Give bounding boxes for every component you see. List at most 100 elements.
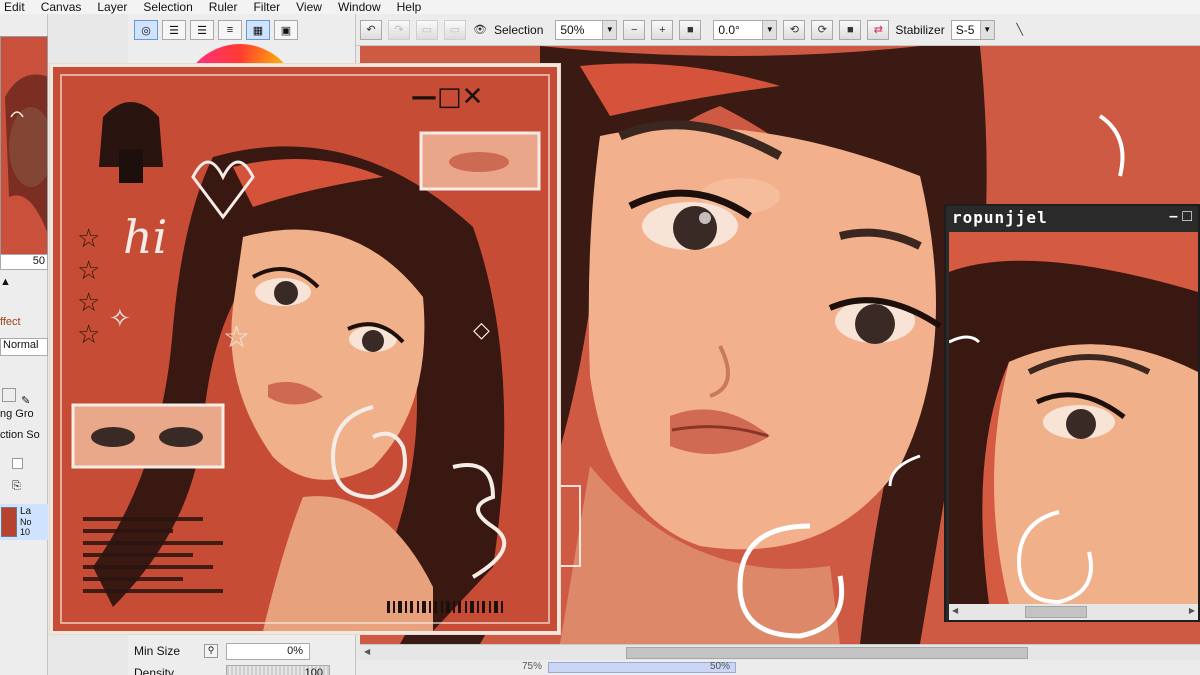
- menu-filter[interactable]: Filter: [249, 1, 292, 13]
- star-outline-icon: ☆: [223, 321, 250, 354]
- canvas-toolbar: ↶ ↷ ▭ ▭ 👁 Selection 50% ▼ − + ■ 0.0° ▼ ⟲…: [356, 14, 1200, 46]
- new-layer-icon[interactable]: [2, 388, 16, 402]
- opacity-slider[interactable]: ▲: [0, 276, 48, 290]
- navigator-preview: [949, 232, 1198, 604]
- zoom-reset-button[interactable]: ■: [679, 19, 702, 40]
- square-icon: ■: [847, 23, 854, 36]
- stamp-row[interactable]: ⎘: [0, 480, 48, 496]
- min-size-label: Min Size: [134, 644, 181, 658]
- zoom-in-button[interactable]: +: [651, 19, 674, 40]
- navigator-scroll-thumb[interactable]: [1025, 606, 1087, 618]
- rotation-combo[interactable]: 0.0° ▼: [713, 19, 778, 40]
- scratchpad-icon: ▣: [280, 24, 292, 37]
- status-progress: [548, 662, 736, 673]
- pen-icon[interactable]: ✎: [21, 395, 30, 404]
- color-panel-tabs: ◎ ☰ ☰ ≡ ▦ ▣: [134, 20, 298, 40]
- flip-horizontal-button[interactable]: ⇄: [867, 19, 890, 40]
- menu-view[interactable]: View: [292, 1, 334, 13]
- menu-help[interactable]: Help: [393, 1, 434, 13]
- rotation-value: 0.0°: [718, 22, 740, 37]
- menu-ruler[interactable]: Ruler: [205, 1, 250, 13]
- undo-icon: ↶: [366, 24, 376, 36]
- invert-selection-button[interactable]: ▭: [444, 19, 466, 40]
- plus-icon: +: [659, 23, 666, 36]
- menu-bar: Edit Canvas Layer Selection Ruler Filter…: [0, 0, 1200, 14]
- selection-label: Selection: [494, 22, 544, 37]
- reference-artwork: —□✕ hi ☆ ☆ ☆ ☆ ☆ ✧ ◇: [53, 67, 557, 631]
- canvas-horizontal-scrollbar[interactable]: ◀: [360, 644, 1200, 660]
- deselect-button[interactable]: ▭: [416, 19, 438, 40]
- rgb-slider-tab[interactable]: ☰: [162, 20, 186, 40]
- scratchpad-tab[interactable]: ▣: [274, 20, 298, 40]
- swatch-tab[interactable]: ≡: [218, 20, 242, 40]
- min-size-pressure-icon[interactable]: ⚲: [204, 644, 218, 658]
- redo-button[interactable]: ↷: [388, 19, 410, 40]
- diagonal-line-icon: ╲: [1016, 24, 1024, 36]
- rotate-left-icon: ⟲: [789, 24, 799, 36]
- zoom-combo[interactable]: 50% ▼: [555, 19, 618, 40]
- undo-button[interactable]: ↶: [360, 19, 382, 40]
- sliders-icon: ☰: [169, 24, 179, 37]
- canvas-scroll-thumb[interactable]: [626, 647, 1028, 659]
- stabilizer-combo[interactable]: S-5 ▼: [950, 19, 995, 40]
- deselect-icon: ▭: [421, 24, 433, 36]
- color-wheel-tab[interactable]: ◎: [134, 20, 158, 40]
- chevron-down-icon: ▼: [979, 20, 994, 39]
- layer-thumbnail: [1, 507, 17, 537]
- source-label: ction So: [0, 429, 40, 441]
- star-icon: ☆: [77, 287, 100, 317]
- reference-artwork-card[interactable]: —□✕ hi ☆ ☆ ☆ ☆ ☆ ✧ ◇: [50, 64, 560, 634]
- navigator-scrollbar[interactable]: ◀ ▶: [949, 604, 1198, 620]
- menu-window[interactable]: Window: [334, 1, 393, 13]
- menu-edit[interactable]: Edit: [0, 1, 37, 13]
- flip-icon: ⇄: [873, 24, 883, 36]
- layer-mode: No: [20, 517, 32, 527]
- diamond-icon: ◇: [473, 317, 490, 342]
- stamp-icon: ⎘: [12, 480, 21, 492]
- opacity-row[interactable]: 50: [0, 254, 48, 270]
- zoom-value: 50%: [560, 22, 585, 37]
- min-size-field[interactable]: 0%: [226, 643, 310, 660]
- sparkle-icon: ✧: [109, 303, 131, 333]
- scroll-left-icon[interactable]: ◀: [952, 606, 958, 615]
- layer-item[interactable]: La No 10: [0, 504, 48, 540]
- opacity-value: 50: [32, 255, 45, 267]
- navigator-view[interactable]: [949, 232, 1198, 604]
- status-bar: 75% 50%: [356, 660, 1200, 675]
- star-icon: ☆: [77, 255, 100, 285]
- chevron-down-icon: ▼: [602, 20, 617, 39]
- blend-mode-value: Normal: [3, 339, 39, 351]
- palette-tab[interactable]: ▦: [246, 20, 270, 40]
- slider-arrow-icon: ▲: [0, 276, 11, 288]
- blend-mode-select[interactable]: Normal: [0, 338, 48, 356]
- square-icon: ■: [687, 23, 694, 36]
- rotate-right-button[interactable]: ⟳: [811, 19, 834, 40]
- line-tool-button[interactable]: ╲: [1009, 20, 1031, 40]
- stabilizer-label: Stabilizer: [895, 22, 945, 37]
- navigator-title: ropunjjel: [952, 208, 1048, 227]
- density-field[interactable]: 100: [226, 665, 330, 675]
- checkbox-icon[interactable]: [12, 458, 23, 469]
- hsv-slider-tab[interactable]: ☰: [190, 20, 214, 40]
- invert-icon: ▭: [449, 24, 461, 36]
- menu-layer[interactable]: Layer: [93, 1, 139, 13]
- rotate-left-button[interactable]: ⟲: [783, 19, 806, 40]
- color-wheel-icon: ◎: [141, 24, 151, 37]
- navigator-thumbnail[interactable]: [0, 36, 48, 258]
- sliders-icon: ☰: [197, 24, 207, 37]
- scroll-left-icon[interactable]: ◀: [364, 647, 376, 659]
- rotation-reset-button[interactable]: ■: [839, 19, 862, 40]
- navigator-window-controls[interactable]: – □: [1169, 208, 1192, 226]
- hi-doodle: hi: [123, 210, 167, 264]
- density-value: 100: [304, 667, 323, 675]
- zoom-out-button[interactable]: −: [623, 19, 646, 40]
- navigator-window: ropunjjel – □ ◀ ▶: [944, 204, 1200, 622]
- menu-selection[interactable]: Selection: [139, 1, 204, 13]
- min-size-value: 0%: [287, 645, 303, 657]
- scroll-right-icon[interactable]: ▶: [1189, 606, 1195, 615]
- density-label: Density: [134, 666, 175, 675]
- checkbox-row[interactable]: [0, 458, 48, 474]
- selection-visibility-button[interactable]: 👁: [472, 20, 488, 40]
- menu-canvas[interactable]: Canvas: [37, 1, 94, 13]
- layer-opacity: 10: [20, 527, 31, 537]
